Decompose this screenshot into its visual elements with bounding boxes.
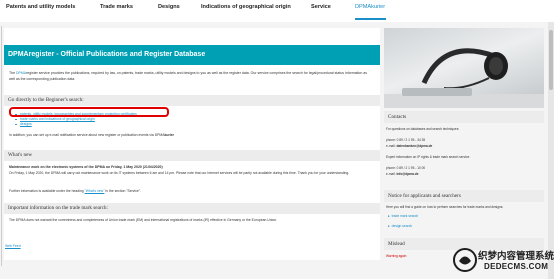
headset-icon <box>384 48 544 108</box>
nav-designs[interactable]: Designs <box>158 4 180 10</box>
designs-search-link[interactable]: designs <box>20 122 32 126</box>
headset-photo <box>384 28 544 108</box>
email-info-link[interactable]: info@dpma.de <box>396 172 418 176</box>
whats-new-link[interactable]: "What's new" <box>85 189 105 193</box>
news-title: Maintenance work on the electronic syste… <box>9 165 163 169</box>
nav-trade-marks[interactable]: Trade marks <box>100 4 133 10</box>
intro-body: register service provides the publicatio… <box>9 71 367 81</box>
section-important-info: Important information on the trade mark … <box>4 203 380 214</box>
nav-service[interactable]: Service <box>311 4 331 10</box>
top-navigation: Patents and utility models Trade marks D… <box>0 0 554 23</box>
expert-info-text: Expert information on IP rights & trade … <box>386 155 470 159</box>
important-body: The DPMA does not warrant the correctnes… <box>9 218 278 222</box>
news-body: On Friday, 1 May 2020, the DPMA will car… <box>9 171 350 175</box>
notice-header: Notice for applicants and searchers <box>384 190 544 202</box>
active-tab-indicator <box>355 18 386 20</box>
contacts-email-1-line: e-mail: datenbanken@dpma.de <box>386 144 542 149</box>
email-label: e-mail: <box>386 172 397 176</box>
left-divider <box>1 26 2 266</box>
email-notification-text: In addition, you can set up e-mail notif… <box>9 133 369 139</box>
watermark-icon <box>453 248 477 272</box>
page-title: DPMAregister - Official Publications and… <box>4 45 380 65</box>
contacts-phone-2: phone: 0 89 / 2 1 95 - 10 00 <box>386 166 426 170</box>
contacts-intro: For questions on databases and search te… <box>386 127 460 131</box>
list-item: designs <box>15 122 316 127</box>
watermark-url: DEDECMS.COM <box>484 262 549 271</box>
scrollbar-thumb[interactable] <box>549 30 553 90</box>
email-datenbanken-link[interactable]: datenbanken@dpma.de <box>396 144 432 148</box>
contacts-email-2-line: e-mail: info@dpma.de <box>386 172 542 177</box>
further-info-text: Further information is available under t… <box>9 189 369 195</box>
intro-prefix: The <box>9 71 17 75</box>
further-prefix: Further information is available under t… <box>9 189 85 193</box>
trade-marks-search-link[interactable]: trade marks and indications of geographi… <box>20 117 95 121</box>
email-label: e-mail: <box>386 144 397 148</box>
notice-text: Here you will find a guide on how to per… <box>386 205 504 209</box>
nav-geographical-origin[interactable]: Indications of geographical origin <box>201 4 291 10</box>
section-beginner-search: Go directly to the Beginner's search: <box>4 95 380 106</box>
watermark-text: 织梦内容管理系统 <box>478 251 554 262</box>
web-feed-link[interactable]: Web Feed <box>5 244 21 248</box>
nav-patents[interactable]: Patents and utility models <box>6 4 75 10</box>
email-text-bold: kurier <box>164 133 174 137</box>
nav-dpmakurier[interactable]: DPMAkurier <box>355 4 385 10</box>
section-whats-new: What's new <box>4 150 380 161</box>
intro-text: The DPMAregister service provides the pu… <box>9 70 373 82</box>
further-suffix: in the section "Service". <box>104 189 141 193</box>
contacts-phone-1: phone: 0 89 / 2 1 95 - 34 35 <box>386 138 426 142</box>
email-text: In addition, you can set up e-mail notif… <box>9 133 165 137</box>
trade-mark-search-link[interactable]: trade mark search <box>388 214 419 218</box>
design-search-link[interactable]: design search <box>388 224 413 228</box>
highlight-annotation <box>9 107 169 117</box>
intro-brand: DPMA <box>16 71 27 75</box>
contacts-header: Contacts <box>384 111 544 123</box>
